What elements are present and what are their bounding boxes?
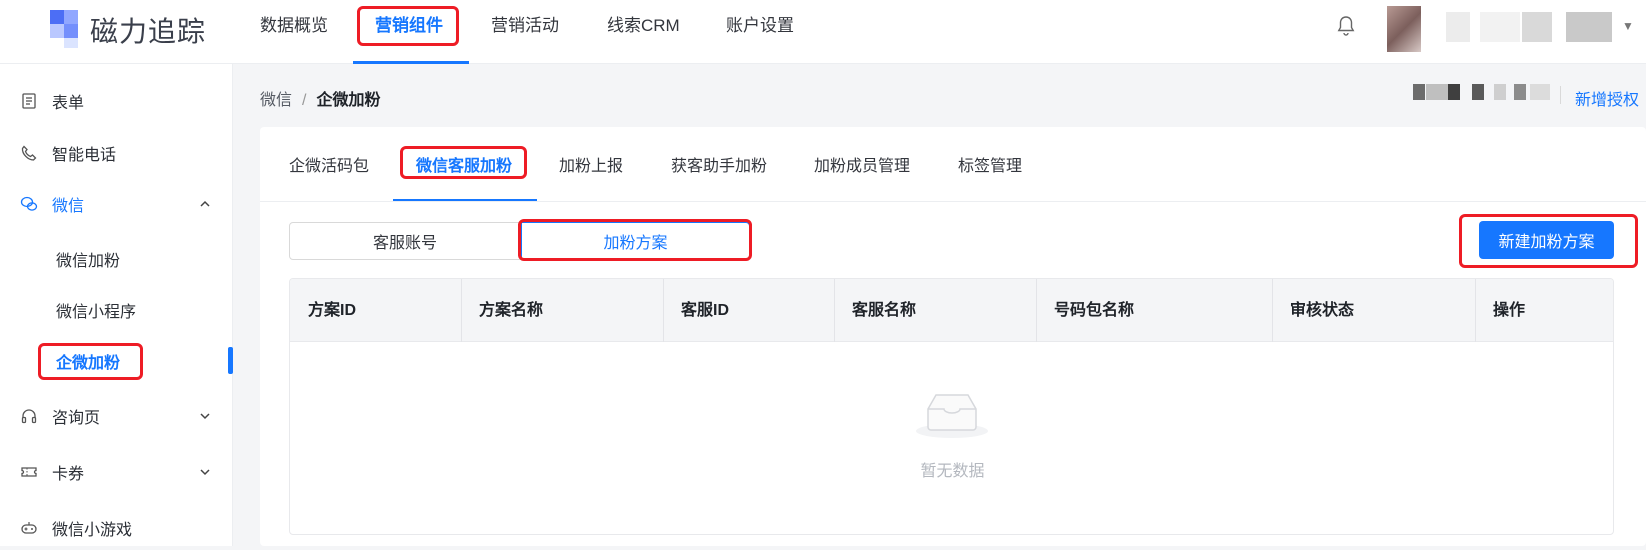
sidebar-subitem-label: 企微加粉: [56, 355, 121, 372]
new-authorization-link[interactable]: 新增授权: [1575, 86, 1639, 110]
account-blur: [1413, 84, 1425, 100]
sidebar-item-label: 智能电话: [52, 147, 117, 164]
nav-data-overview[interactable]: 数据概览: [260, 0, 328, 64]
column-header-number-pack: 号码包名称: [1054, 302, 1135, 319]
nav-marketing-campaigns[interactable]: 营销活动: [491, 0, 559, 64]
account-blur-6: [1514, 84, 1526, 100]
user-name-blur-2: [1480, 12, 1520, 42]
headset-icon: [21, 409, 37, 424]
bell-icon[interactable]: [1334, 14, 1358, 38]
account-blur-5: [1494, 84, 1506, 100]
tab-member-management[interactable]: 加粉成员管理: [814, 152, 910, 176]
nav-active-indicator: [353, 61, 469, 64]
sidebar-item-wechat[interactable]: 微信: [0, 182, 233, 226]
chevron-up-icon[interactable]: [198, 197, 212, 211]
breadcrumb-current: 企微加粉: [316, 92, 381, 109]
plans-table: 方案ID 方案名称 客服ID 客服名称 号码包名称 审核状态 操作 暂无数据: [289, 278, 1614, 535]
column-header-service-name: 客服名称: [852, 302, 917, 319]
sidebar-item-form[interactable]: 表单: [0, 79, 233, 123]
sidebar-item-coupon[interactable]: 卡券: [0, 450, 233, 494]
wechat-icon: [20, 196, 38, 211]
sidebar-subitem-wechat-fans[interactable]: 微信加粉: [0, 237, 233, 281]
tab-wechat-service-fans[interactable]: 微信客服加粉: [416, 152, 512, 176]
create-fans-plan-button[interactable]: 新建加粉方案: [1479, 221, 1614, 259]
avatar[interactable]: [1387, 6, 1421, 52]
tab-wecom-code-pack[interactable]: 企微活码包: [289, 152, 369, 176]
sidebar-item-consult-page[interactable]: 咨询页: [0, 394, 233, 438]
sidebar-active-indicator: [228, 347, 233, 374]
phone-icon: [21, 145, 37, 161]
user-name-blur: [1446, 12, 1470, 42]
app-name: 磁力追踪: [90, 16, 207, 47]
user-name-blur-4: [1566, 12, 1612, 42]
sidebar-subitem-label: 微信加粉: [56, 253, 121, 270]
logo-icon: [50, 10, 80, 48]
account-blur-4: [1472, 84, 1484, 100]
tab-acquisition-assistant[interactable]: 获客助手加粉: [671, 152, 767, 176]
chevron-down-icon[interactable]: [198, 409, 212, 423]
sidebar-item-label: 微信小游戏: [52, 522, 133, 539]
tabs-divider: [260, 201, 1646, 202]
column-header-actions: 操作: [1493, 302, 1526, 319]
chevron-down-icon[interactable]: [198, 465, 212, 479]
table-header: 方案ID 方案名称 客服ID 客服名称 号码包名称 审核状态 操作: [290, 279, 1613, 342]
tab-tag-management[interactable]: 标签管理: [958, 152, 1022, 176]
tab-fans-report[interactable]: 加粉上报: [559, 152, 623, 176]
sidebar-subitem-wechat-miniprogram[interactable]: 微信小程序: [0, 288, 233, 332]
user-name-blur-3: [1522, 12, 1552, 42]
sidebar-item-smart-phone[interactable]: 智能电话: [0, 131, 233, 175]
segment-service-accounts[interactable]: 客服账号: [289, 222, 521, 260]
sidebar-subitem-wecom-fans[interactable]: 企微加粉: [0, 339, 233, 383]
breadcrumb: 微信 / 企微加粉: [260, 92, 381, 109]
sidebar-item-label: 咨询页: [52, 410, 101, 427]
column-header-review-status: 审核状态: [1290, 302, 1355, 319]
column-header-plan-id: 方案ID: [308, 302, 357, 319]
nav-marketing-components[interactable]: 营销组件: [375, 0, 443, 64]
account-blur-7: [1530, 84, 1550, 100]
ticket-icon: [21, 467, 37, 477]
sidebar-item-label: 卡券: [52, 466, 85, 483]
form-icon: [22, 93, 36, 109]
account-blur-2: [1426, 84, 1448, 100]
sidebar-item-label: 微信: [52, 198, 85, 215]
empty-inbox-icon: [916, 394, 988, 438]
header-divider: [1560, 86, 1561, 104]
sidebar: 表单 智能电话 微信 微信加粉 微信小程序 企微加粉 咨询页 卡券 微信小游戏: [0, 64, 233, 546]
account-blur-3: [1448, 84, 1460, 100]
gamepad-icon: [21, 522, 37, 534]
user-menu-chevron-icon[interactable]: ▼: [1622, 19, 1634, 33]
column-header-plan-name: 方案名称: [479, 302, 544, 319]
column-header-service-id: 客服ID: [681, 302, 730, 319]
breadcrumb-parent[interactable]: 微信: [260, 92, 292, 109]
sidebar-item-label: 表单: [52, 95, 85, 112]
top-bar: 磁力追踪 数据概览 营销组件 营销活动 线索CRM 账户设置 ▼: [0, 0, 1646, 64]
segment-fans-plans[interactable]: 加粉方案: [521, 222, 750, 260]
nav-account-settings[interactable]: 账户设置: [726, 0, 794, 64]
nav-leads-crm[interactable]: 线索CRM: [607, 0, 680, 64]
sidebar-item-mini-game[interactable]: 微信小游戏: [0, 506, 233, 550]
empty-state-text: 暂无数据: [920, 463, 985, 480]
sidebar-subitem-label: 微信小程序: [56, 304, 137, 321]
